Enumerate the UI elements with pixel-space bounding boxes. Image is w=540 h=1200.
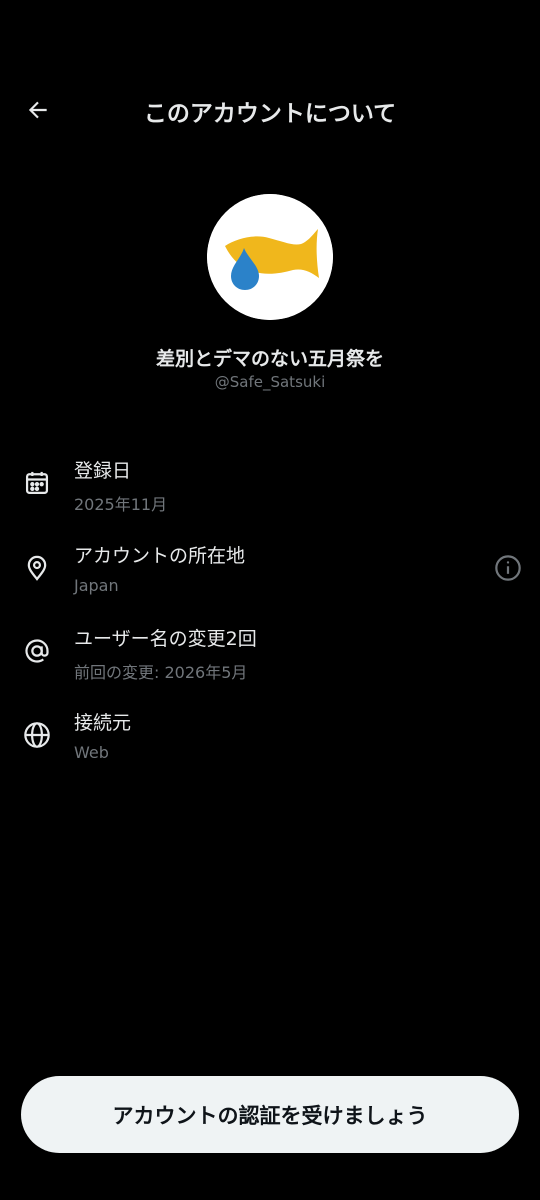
about-account-screen: このアカウントについて 差別とデマのない五月祭を @Safe_Satsuki 登… (0, 0, 540, 1200)
info-row-location: アカウントの所在地 Japan (0, 541, 540, 611)
info-value: 前回の変更: 2026年5月 (74, 663, 248, 682)
info-circle-icon (495, 555, 521, 581)
fish-logo-icon (207, 194, 333, 320)
info-label: ユーザー名の変更2回 (74, 628, 257, 650)
location-pin-icon (20, 551, 54, 585)
info-row-joined: 登録日 2025年11月 (0, 456, 540, 526)
info-label: 接続元 (74, 712, 132, 734)
info-value: Japan (74, 576, 119, 595)
info-label: 登録日 (74, 460, 132, 482)
at-sign-icon (20, 634, 54, 668)
info-row-connected-via: 接続元 Web (0, 708, 540, 778)
get-verified-button[interactable]: アカウントの認証を受けましょう (21, 1076, 519, 1153)
info-row-username-changes: ユーザー名の変更2回 前回の変更: 2026年5月 (0, 624, 540, 694)
page-title: このアカウントについて (143, 101, 397, 127)
avatar[interactable] (207, 194, 333, 320)
info-value: 2025年11月 (74, 495, 168, 514)
location-info-button[interactable] (492, 552, 524, 584)
globe-icon (20, 718, 54, 752)
info-value: Web (74, 743, 109, 762)
display-name: 差別とデマのない五月祭を (155, 348, 384, 370)
calendar-icon (20, 466, 54, 500)
user-handle: @Safe_Satsuki (214, 373, 326, 391)
top-bar: このアカウントについて (0, 78, 540, 142)
info-label: アカウントの所在地 (74, 545, 246, 567)
